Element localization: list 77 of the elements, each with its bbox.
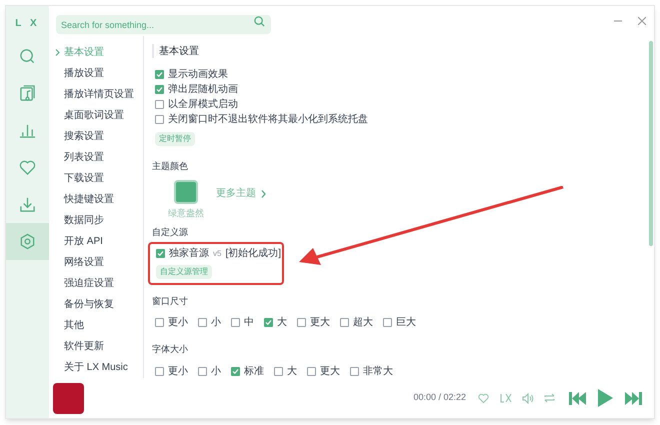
section-title: 基本设置	[159, 44, 199, 58]
play-icon[interactable]	[598, 389, 613, 407]
option-label: 关闭窗口时不退出软件将其最小化到系统托盘	[168, 112, 368, 127]
checkbox[interactable]	[155, 366, 164, 376]
search-field[interactable]: Search for something...	[56, 15, 271, 34]
settings-nav-item[interactable]: 软件更新	[55, 336, 143, 357]
theme-name: 绿意盎然	[168, 206, 204, 220]
option-label: 非常大	[363, 364, 393, 378]
section-heading: 主题颜色	[152, 160, 189, 173]
playback-time: 00:00 / 02:22	[413, 391, 466, 404]
settings-nav-item[interactable]: 播放详情页设置	[55, 84, 143, 105]
settings-nav-item[interactable]: 强迫症设置	[55, 273, 143, 294]
scrollbar-thumb[interactable]	[649, 41, 653, 246]
settings-nav-item[interactable]: 网络设置	[55, 252, 143, 273]
checkbox[interactable]	[155, 100, 164, 109]
settings-nav-item[interactable]: 下载设置	[55, 168, 143, 189]
close-icon[interactable]	[638, 17, 646, 25]
checkbox[interactable]	[350, 366, 359, 376]
option-label: 更小	[168, 316, 188, 330]
option-label: 大	[287, 364, 297, 378]
option-label: 以全屏模式启动	[168, 98, 238, 112]
section-heading: 自定义源	[152, 226, 189, 239]
option-label: 更大	[320, 364, 340, 378]
settings-icon[interactable]	[6, 223, 49, 260]
settings-nav-item[interactable]: 快捷键设置	[55, 189, 143, 210]
checkbox[interactable]	[340, 318, 349, 327]
option-label: 中	[244, 316, 254, 330]
repeat-icon[interactable]	[544, 393, 555, 403]
settings-nav-item[interactable]: 其他	[55, 315, 143, 336]
checkbox[interactable]	[231, 366, 240, 376]
source-status: [初始化成功]	[225, 246, 282, 261]
checkbox[interactable]	[274, 366, 283, 376]
checkbox[interactable]	[155, 70, 164, 79]
volume-icon[interactable]	[522, 392, 534, 404]
settings-nav-item[interactable]: 备份与恢复	[55, 294, 143, 315]
checkbox[interactable]	[155, 115, 164, 124]
source-version: v5	[213, 248, 222, 260]
heart-icon[interactable]	[478, 392, 489, 404]
theme-swatch[interactable]	[174, 180, 198, 204]
checkbox[interactable]	[383, 318, 392, 327]
option-label: 弹出层随机动画	[168, 82, 238, 97]
previous-icon[interactable]	[569, 392, 586, 404]
option-label: 巨大	[396, 316, 416, 330]
settings-nav-item[interactable]: 列表设置	[55, 147, 143, 168]
option-label: 超大	[353, 316, 373, 330]
option-label: 标准	[244, 364, 264, 378]
checkbox[interactable]	[155, 318, 164, 327]
app-logo: L X	[15, 17, 40, 31]
checkbox[interactable]	[156, 249, 165, 258]
settings-nav-item[interactable]: 播放设置	[55, 63, 143, 84]
checkbox[interactable]	[155, 85, 164, 94]
option-label: 小	[211, 316, 221, 330]
settings-nav-item[interactable]: 搜索设置	[55, 126, 143, 147]
checkbox[interactable]	[297, 318, 306, 327]
next-icon[interactable]	[625, 392, 642, 404]
checkbox[interactable]	[231, 318, 240, 327]
option-label: 更大	[310, 316, 330, 330]
checkbox[interactable]	[264, 318, 273, 327]
chevron-icon	[55, 49, 60, 56]
lyrics-icon[interactable]	[500, 393, 512, 403]
section-heading: 窗口尺寸	[152, 294, 189, 308]
checkbox[interactable]	[198, 366, 207, 376]
search-icon[interactable]	[254, 16, 265, 26]
option-label: 显示动画效果	[168, 68, 228, 82]
settings-nav-item[interactable]: 桌面歌词设置	[55, 105, 143, 126]
album-cover-placeholder[interactable]	[53, 382, 84, 414]
option-label: 小	[211, 364, 221, 378]
option-label: 更小	[168, 364, 188, 378]
chevron-icon	[261, 190, 266, 198]
section-heading: 字体大小	[152, 343, 189, 356]
settings-nav-item[interactable]: 开放 API	[55, 231, 143, 252]
source-name: 独家音源	[169, 246, 209, 261]
checkbox[interactable]	[198, 318, 207, 327]
option-label: 大	[277, 316, 287, 330]
settings-nav-item[interactable]: 关于 LX Music	[55, 357, 143, 378]
checkbox[interactable]	[307, 366, 316, 376]
settings-nav-item[interactable]: 数据同步	[55, 210, 143, 231]
